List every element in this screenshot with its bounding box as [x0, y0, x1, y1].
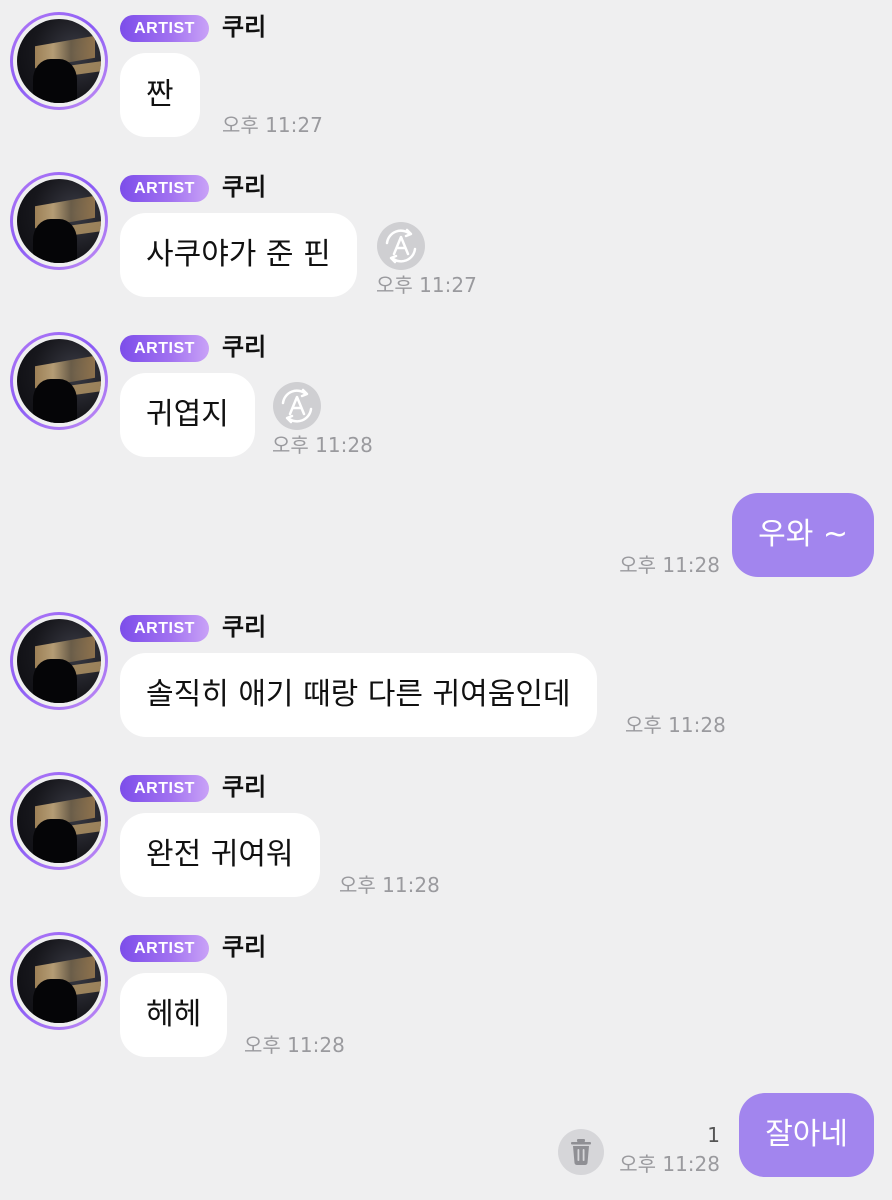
message-incoming: ARTIST 쿠리 헤헤 오후 11:28 — [0, 920, 892, 1070]
message-bubble-outgoing[interactable]: 잘아네 — [739, 1093, 874, 1177]
message-incoming: ARTIST 쿠리 귀엽지 오후 11:28 — [0, 320, 892, 470]
artist-badge: ARTIST — [120, 335, 209, 362]
sender-name: 쿠리 — [222, 613, 267, 641]
message-bubble[interactable]: 귀엽지 — [120, 373, 255, 457]
translate-icon[interactable] — [376, 221, 426, 271]
message-time: 오후 11:28 — [272, 433, 373, 457]
translate-icon[interactable] — [272, 381, 322, 431]
message-time: 오후 11:28 — [244, 1033, 345, 1057]
sender-name: 쿠리 — [222, 933, 267, 961]
avatar-photo — [17, 19, 101, 103]
message-bubble[interactable]: 완전 귀여워 — [120, 813, 320, 897]
avatar-photo — [17, 179, 101, 263]
artist-badge: ARTIST — [120, 175, 209, 202]
message-time: 오후 11:28 — [339, 873, 440, 897]
message-bubble[interactable]: 헤헤 — [120, 973, 228, 1057]
message-time: 오후 11:27 — [376, 273, 477, 297]
avatar[interactable] — [10, 932, 108, 1030]
sender-name: 쿠리 — [222, 173, 267, 201]
sender-name: 쿠리 — [222, 13, 267, 41]
message-bubble[interactable]: 사쿠야가 준 핀 — [120, 213, 357, 297]
avatar[interactable] — [10, 12, 108, 110]
message-time: 오후 11:28 — [625, 713, 726, 737]
avatar[interactable] — [10, 772, 108, 870]
message-bubble[interactable]: 짠 — [120, 53, 200, 137]
artist-badge: ARTIST — [120, 775, 209, 802]
message-incoming: ARTIST 쿠리 솔직히 애기 때랑 다른 귀여움인데 오후 11:28 — [0, 600, 892, 750]
message-time: 오후 11:28 — [619, 553, 720, 577]
message-incoming: ARTIST 쿠리 짠 오후 11:27 — [0, 0, 892, 150]
avatar[interactable] — [10, 172, 108, 270]
avatar[interactable] — [10, 612, 108, 710]
sender-name: 쿠리 — [222, 333, 267, 361]
message-time: 오후 11:28 — [619, 1152, 720, 1176]
artist-badge: ARTIST — [120, 15, 209, 42]
sender-name: 쿠리 — [222, 773, 267, 801]
message-time: 오후 11:27 — [222, 113, 323, 137]
message-incoming: ARTIST 쿠리 사쿠야가 준 핀 오후 11:27 — [0, 160, 892, 310]
avatar-photo — [17, 619, 101, 703]
avatar-photo — [17, 939, 101, 1023]
trash-icon[interactable] — [557, 1128, 605, 1176]
message-bubble-outgoing[interactable]: 우와 ~ — [732, 493, 874, 577]
avatar[interactable] — [10, 332, 108, 430]
artist-badge: ARTIST — [120, 935, 209, 962]
avatar-photo — [17, 779, 101, 863]
avatar-photo — [17, 339, 101, 423]
unread-count: 1 — [707, 1123, 720, 1147]
message-bubble[interactable]: 솔직히 애기 때랑 다른 귀여움인데 — [120, 653, 597, 737]
message-incoming: ARTIST 쿠리 완전 귀여워 오후 11:28 — [0, 760, 892, 910]
artist-badge: ARTIST — [120, 615, 209, 642]
